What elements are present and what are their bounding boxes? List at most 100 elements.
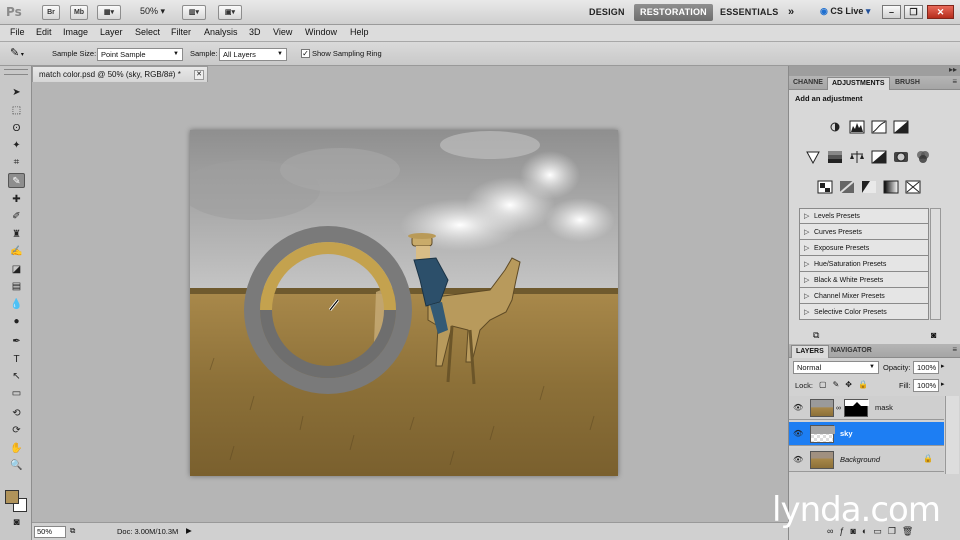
brightness-contrast-icon[interactable] [827,120,843,134]
move-tool-icon[interactable]: ➤ [8,85,25,100]
threshold-icon[interactable] [861,180,877,194]
eyedropper-tool-icon[interactable]: ✎ [8,173,25,188]
list-item[interactable]: ▷ Channel Mixer Presets [800,289,928,304]
status-zoom-icon[interactable]: ⧉ [70,526,84,538]
menu-analysis[interactable]: Analysis [204,27,238,37]
show-sampling-ring-checkbox[interactable]: ✓ [301,49,310,58]
curves-icon[interactable] [871,120,887,134]
image-canvas[interactable] [190,130,618,476]
blur-tool-icon[interactable]: 💧 [8,297,25,312]
list-item[interactable]: ▷ Black & White Presets [800,273,928,288]
pen-tool-icon[interactable]: ✒ [8,334,25,349]
adjustment-mask-icon[interactable]: ◙ [931,330,936,340]
color-balance-icon[interactable] [849,150,865,164]
tool-preset-picker[interactable]: ✎ ▾ [10,46,40,62]
list-item[interactable]: ▷ Hue/Saturation Presets [800,257,928,272]
tab-navigator[interactable]: NAVIGATOR [827,345,876,358]
dodge-tool-icon[interactable]: ● [8,314,25,329]
eraser-tool-icon[interactable]: ◪ [8,262,25,277]
history-brush-tool-icon[interactable]: ✍ [8,244,25,259]
quick-selection-tool-icon[interactable]: ✦ [8,138,25,153]
workspace-essentials[interactable]: ESSENTIALS [714,4,785,21]
tab-brush[interactable]: BRUSH [891,77,924,90]
menu-image[interactable]: Image [63,27,88,37]
presets-scrollbar[interactable] [930,208,941,320]
3d-rotate-tool-icon[interactable]: ⟲ [8,406,25,421]
gradient-map-icon[interactable] [883,180,899,194]
lock-icons[interactable]: ▢✎✥🔒 [819,380,874,389]
menu-filter[interactable]: Filter [171,27,191,37]
type-tool-icon[interactable]: T [8,352,25,367]
lock-pixels-icon[interactable]: ✎ [833,380,846,389]
menu-edit[interactable]: Edit [36,27,52,37]
close-document-icon[interactable]: ✕ [194,70,204,80]
workspace-restoration[interactable]: RESTORATION [634,4,713,21]
photo-filter-icon[interactable] [893,150,909,164]
layer-mask-thumbnail[interactable] [844,399,869,417]
channel-mixer-icon[interactable] [915,150,931,164]
path-selection-tool-icon[interactable]: ↖ [8,369,25,384]
tab-layers[interactable]: LAYERS [791,345,829,358]
status-menu-arrow-icon[interactable]: ▶ [186,526,192,535]
3d-orbit-tool-icon[interactable]: ⟳ [8,423,25,438]
cs-live-menu[interactable]: ◉ CS Live ▾ [820,6,870,17]
panel-menu-icon[interactable]: ≡ [952,345,957,354]
menu-select[interactable]: Select [135,27,160,37]
zoom-level-select[interactable]: 50% ▾ [140,6,165,17]
menu-file[interactable]: File [10,27,25,37]
visibility-eye-icon[interactable]: 👁 [793,455,803,465]
foreground-color-swatch[interactable] [5,490,19,504]
tab-channels[interactable]: CHANNE [789,77,827,90]
selective-color-icon[interactable] [905,180,921,194]
invert-icon[interactable] [817,180,833,194]
zoom-tool-icon[interactable]: 🔍 [8,458,25,473]
layers-scrollbar[interactable] [945,396,959,474]
exposure-icon[interactable] [893,120,909,134]
hand-tool-icon[interactable]: ✋ [8,441,25,456]
panel-menu-icon[interactable]: ≡ [952,77,957,86]
menu-help[interactable]: Help [350,27,369,37]
close-button[interactable]: ✕ [927,5,954,19]
list-item[interactable]: ▷ Exposure Presets [800,241,928,256]
posterize-icon[interactable] [839,180,855,194]
opacity-field[interactable]: 100% [913,361,939,374]
bridge-button[interactable]: Br [42,5,60,20]
clip-to-layer-icon[interactable]: ⧉ [813,330,819,341]
screen-mode-button[interactable]: ▣▾ [218,5,242,20]
sample-size-select[interactable]: Point Sample ▼ [97,48,183,61]
black-white-icon[interactable] [871,150,887,164]
fill-field[interactable]: 100% [913,379,939,392]
lock-all-icon[interactable]: 🔒 [858,380,874,389]
menu-view[interactable]: View [273,27,292,37]
lock-transparent-icon[interactable]: ▢ [819,380,833,389]
crop-tool-icon[interactable]: ⌗ [8,155,25,170]
collapse-icon[interactable]: ▸▸ [949,65,957,74]
list-item[interactable]: ▷ Selective Color Presets [800,305,928,320]
arrange-documents-button[interactable]: ▥▾ [182,5,206,20]
visibility-eye-icon[interactable]: 👁 [793,429,803,439]
mini-bridge-button[interactable]: Mb [70,5,88,20]
lock-position-icon[interactable]: ✥ [845,380,858,389]
vibrance-icon[interactable] [805,150,821,165]
lasso-tool-icon[interactable]: ʘ [8,121,25,136]
tools-panel-grip[interactable] [4,69,28,75]
gradient-tool-icon[interactable]: ▤ [8,279,25,294]
fill-arrow-icon[interactable]: ▸ [941,380,945,388]
list-item[interactable]: ▷ Levels Presets [800,209,928,224]
restore-button[interactable]: ❐ [904,5,923,19]
blend-mode-select[interactable]: Normal ▼ [793,361,879,374]
marquee-tool-icon[interactable]: ⬚ [8,103,25,118]
menu-layer[interactable]: Layer [100,27,123,37]
minimize-button[interactable]: – [882,5,901,19]
brush-tool-icon[interactable]: ✐ [8,209,25,224]
layer-row-background[interactable]: 👁 Background 🔒 [789,448,944,472]
menu-window[interactable]: Window [305,27,337,37]
hue-saturation-icon[interactable] [827,150,843,164]
status-zoom-field[interactable]: 50% [34,526,66,538]
menu-3d[interactable]: 3D [249,27,261,37]
tab-adjustments[interactable]: ADJUSTMENTS [827,77,890,90]
visibility-eye-icon[interactable]: 👁 [793,403,803,413]
layer-row-mask[interactable]: 👁 ∞ mask [789,396,944,420]
levels-icon[interactable] [849,120,865,134]
opacity-arrow-icon[interactable]: ▸ [941,362,945,370]
